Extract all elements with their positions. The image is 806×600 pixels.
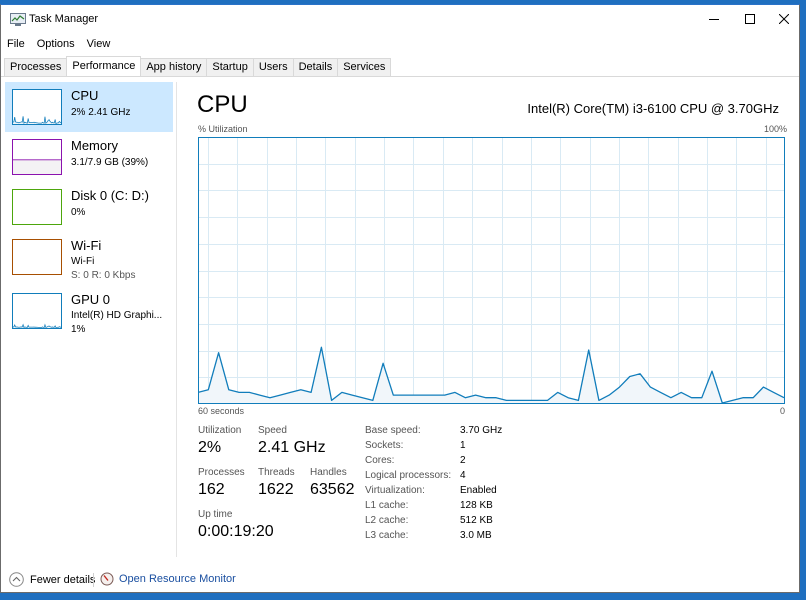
uptime-label: Up time: [198, 509, 233, 520]
spec-value: 128 KB: [460, 500, 493, 511]
spec-label: Sockets:: [365, 440, 404, 451]
task-manager-app-icon: [10, 13, 26, 26]
gpu-thumbnail-graph: [12, 293, 62, 329]
maximize-icon: [745, 14, 755, 24]
sidebar-item-detail: 2% 2.41 GHz: [71, 107, 131, 118]
threads-value: 1622: [258, 481, 294, 498]
spec-label: Base speed:: [365, 425, 421, 436]
tab-services[interactable]: Services: [337, 58, 392, 76]
chevron-up-circle-icon: [9, 572, 24, 587]
spec-label: L1 cache:: [365, 500, 409, 511]
y-axis-max-label: 100%: [764, 124, 788, 134]
sidebar-item-memory[interactable]: Memory 3.1/7.9 GB (39%): [5, 132, 173, 182]
speed-label: Speed: [258, 425, 287, 436]
open-resource-monitor-label: Open Resource Monitor: [119, 573, 236, 585]
tab-performance[interactable]: Performance: [66, 56, 142, 76]
close-button[interactable]: [761, 5, 806, 33]
sidebar-divider: [176, 82, 177, 557]
spec-value: Enabled: [460, 485, 497, 496]
menu-bar: File Options View: [1, 35, 116, 53]
spec-label: Logical processors:: [365, 470, 452, 481]
speed-value: 2.41 GHz: [258, 439, 326, 456]
tab-processes[interactable]: Processes: [4, 58, 68, 76]
resource-sidebar: CPU 2% 2.41 GHz Memory 3.1/7.9 GB (39%) …: [5, 82, 173, 340]
spec-value: 3.70 GHz: [460, 425, 503, 436]
sidebar-item-name: Disk 0 (C: D:): [71, 188, 149, 203]
window-title: Task Manager: [29, 13, 99, 25]
handles-label: Handles: [310, 467, 347, 478]
resource-monitor-icon: [100, 572, 114, 586]
threads-label: Threads: [258, 467, 295, 478]
thumbnail-line: [13, 323, 61, 328]
cpu-utilization-chart: [197, 137, 785, 404]
spec-label: L3 cache:: [365, 530, 409, 541]
x-axis-right-label: 0: [780, 406, 786, 416]
spec-value: 512 KB: [460, 515, 493, 526]
cpu-chart-svg: [197, 137, 785, 404]
fewer-details-button[interactable]: Fewer details: [9, 572, 95, 587]
open-resource-monitor-link[interactable]: Open Resource Monitor: [100, 572, 236, 586]
footer-bar: Fewer details Open Resource Monitor: [1, 567, 799, 589]
tab-users[interactable]: Users: [252, 58, 294, 76]
fewer-details-label: Fewer details: [30, 573, 96, 586]
tab-startup[interactable]: Startup: [206, 58, 254, 76]
page-title: CPU: [197, 91, 248, 118]
sidebar-item-wifi[interactable]: Wi-Fi Wi-Fi S: 0 R: 0 Kbps: [5, 232, 173, 286]
chart-background: [198, 137, 785, 404]
thumbnail-line: [13, 116, 61, 124]
cpu-thumbnail-graph: [12, 89, 62, 125]
y-axis-label: % Utilization: [198, 124, 248, 134]
menu-file[interactable]: File: [1, 35, 31, 53]
minimize-icon: [709, 19, 719, 20]
utilization-label: Utilization: [198, 425, 242, 436]
spec-value: 1: [460, 440, 466, 451]
handles-value: 63562: [310, 481, 355, 498]
sidebar-item-name: Wi-Fi: [71, 238, 102, 253]
sidebar-item-gpu[interactable]: GPU 0 Intel(R) HD Graphi... 1%: [5, 286, 173, 340]
tab-divider: [1, 76, 799, 77]
x-axis-left-label: 60 seconds: [198, 406, 245, 416]
processes-label: Processes: [198, 467, 245, 478]
menu-options[interactable]: Options: [31, 35, 81, 53]
menu-view[interactable]: View: [81, 35, 117, 53]
tab-strip: Processes Performance App history Startu…: [4, 56, 392, 76]
memory-thumbnail-graph: [12, 139, 62, 175]
spec-label: Virtualization:: [365, 485, 425, 496]
sidebar-item-name: CPU: [71, 88, 99, 103]
spec-value: 3.0 MB: [460, 530, 492, 541]
sidebar-item-detail: Wi-Fi: [71, 256, 95, 267]
sidebar-item-disk[interactable]: Disk 0 (C: D:) 0%: [5, 182, 173, 232]
spec-value: 4: [460, 470, 466, 481]
cpu-model-name: Intel(R) Core(TM) i3-6100 CPU @ 3.70GHz: [527, 101, 779, 116]
sidebar-item-cpu[interactable]: CPU 2% 2.41 GHz: [5, 82, 173, 132]
spec-value: 2: [460, 455, 466, 466]
task-manager-window: Task Manager File Options View Processes…: [0, 4, 800, 593]
sidebar-item-usage: 1%: [71, 324, 86, 335]
sidebar-item-throughput: S: 0 R: 0 Kbps: [71, 270, 136, 281]
spec-label: Cores:: [365, 455, 395, 466]
sidebar-item-name: Memory: [71, 138, 118, 153]
title-bar[interactable]: Task Manager: [1, 5, 799, 33]
close-icon: [779, 14, 789, 24]
footer-separator: [93, 573, 94, 587]
utilization-value: 2%: [198, 439, 222, 456]
sidebar-item-name: GPU 0: [71, 292, 111, 307]
disk-thumbnail-graph: [12, 189, 62, 225]
tab-details[interactable]: Details: [292, 58, 339, 76]
wifi-thumbnail-graph: [12, 239, 62, 275]
spec-label: L2 cache:: [365, 515, 409, 526]
sidebar-item-detail: 0%: [71, 207, 86, 218]
processes-value: 162: [198, 481, 225, 498]
tab-app-history[interactable]: App history: [140, 58, 208, 76]
sidebar-item-detail: Intel(R) HD Graphi...: [71, 310, 163, 321]
uptime-value: 0:00:19:20: [198, 523, 274, 540]
sidebar-item-detail: 3.1/7.9 GB (39%): [71, 157, 149, 168]
